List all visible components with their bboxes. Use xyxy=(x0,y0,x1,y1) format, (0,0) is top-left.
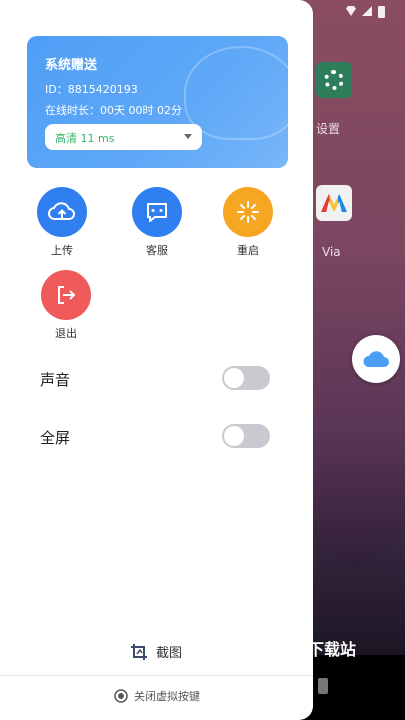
restart-icon xyxy=(223,187,273,237)
app-settings-label: 设置 xyxy=(316,122,341,136)
card-title: 系统赠送 xyxy=(45,58,98,73)
floating-cloud-button[interactable] xyxy=(352,335,400,383)
online-duration: 在线时长：00天 00时 02分 xyxy=(45,104,182,117)
via-logo-icon xyxy=(321,194,347,212)
device-info-card: 系统赠送 ID：8815420193 在线时长：00天 00时 02分 高清 1… xyxy=(27,36,288,168)
status-bar xyxy=(346,6,385,18)
chat-icon xyxy=(132,187,182,237)
customer-service-label: 客服 xyxy=(146,244,168,257)
upload-button[interactable]: 上传 xyxy=(37,187,87,258)
screenshot-button[interactable]: 截图 xyxy=(130,642,182,661)
upload-cloud-icon xyxy=(37,187,87,237)
sound-label: 声音 xyxy=(40,371,71,389)
quality-selected-value: 高清 11 ms xyxy=(55,132,115,145)
screenshot-label: 截图 xyxy=(156,646,183,661)
exit-label: 退出 xyxy=(55,327,77,340)
close-virtual-keys-button[interactable]: 关闭虚拟按键 xyxy=(114,688,200,704)
wifi-icon xyxy=(346,6,356,16)
side-drawer: 系统赠送 ID：8815420193 在线时长：00天 00时 02分 高清 1… xyxy=(0,0,313,720)
close-virtual-keys-label: 关闭虚拟按键 xyxy=(134,690,200,703)
upload-label: 上传 xyxy=(51,244,73,257)
restart-label: 重启 xyxy=(237,244,259,257)
exit-icon xyxy=(41,270,91,320)
sound-toggle[interactable] xyxy=(222,366,270,390)
app-settings[interactable] xyxy=(316,62,352,98)
cloud-icon xyxy=(363,351,389,367)
customer-service-button[interactable]: 客服 xyxy=(132,187,182,258)
gear-icon xyxy=(324,70,344,90)
app-via-label: Via xyxy=(322,245,341,259)
divider xyxy=(0,675,313,676)
toggle-knob xyxy=(224,426,244,446)
exit-button[interactable]: 退出 xyxy=(41,270,91,341)
quality-select[interactable]: 高清 11 ms xyxy=(45,124,202,150)
app-via[interactable] xyxy=(316,185,352,221)
nav-pill xyxy=(318,678,328,694)
crop-icon xyxy=(131,643,147,660)
restart-button[interactable]: 重启 xyxy=(223,187,273,258)
fullscreen-setting-row: 全屏 xyxy=(40,421,272,451)
fullscreen-label: 全屏 xyxy=(40,429,71,447)
signal-icon xyxy=(362,6,372,16)
radio-icon xyxy=(114,689,128,703)
watermark-text: 下载站 xyxy=(308,640,357,659)
chevron-down-icon xyxy=(184,134,192,139)
toggle-knob xyxy=(224,368,244,388)
device-id: ID：8815420193 xyxy=(45,83,138,96)
sound-setting-row: 声音 xyxy=(40,363,272,393)
fullscreen-toggle[interactable] xyxy=(222,424,270,448)
battery-icon xyxy=(378,6,385,18)
